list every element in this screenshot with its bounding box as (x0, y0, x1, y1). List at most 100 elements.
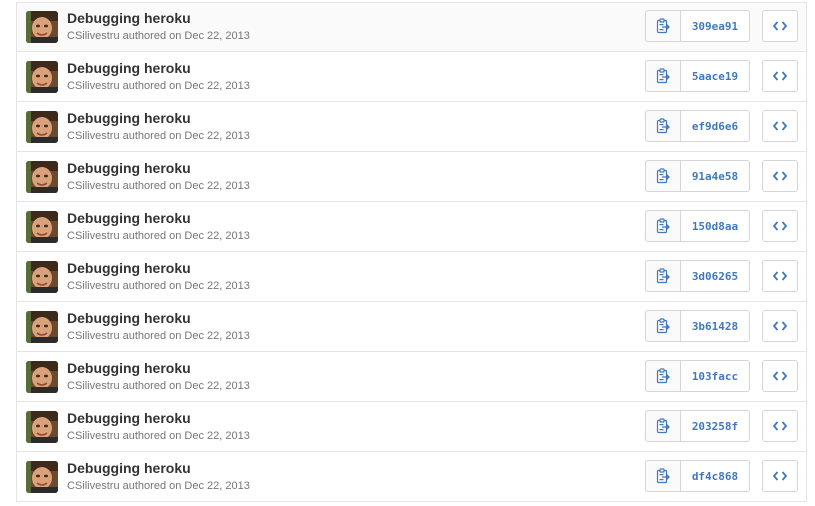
copy-sha-button[interactable] (645, 460, 681, 492)
code-icon (773, 271, 787, 281)
commit-sha-link[interactable]: 91a4e58 (681, 160, 750, 192)
commit-author[interactable]: CSilivestru (67, 130, 120, 142)
avatar[interactable] (26, 161, 58, 193)
commit-sha-link[interactable]: 3b61428 (681, 310, 750, 342)
code-icon (773, 321, 787, 331)
commit-meta: CSilivestru authored on Dec 22, 2013 (67, 180, 250, 192)
commit-row: Debugging heroku CSilivestru authored on… (17, 102, 806, 152)
sha-button-group: 91a4e58 (645, 160, 750, 192)
copy-sha-button[interactable] (645, 310, 681, 342)
clippy-icon (656, 468, 670, 484)
copy-sha-button[interactable] (645, 260, 681, 292)
commit-title[interactable]: Debugging heroku (67, 210, 191, 226)
code-icon (773, 21, 787, 31)
commit-meta: CSilivestru authored on Dec 22, 2013 (67, 280, 250, 292)
browse-code-button[interactable] (762, 460, 798, 492)
clippy-icon (656, 118, 670, 134)
code-icon (773, 171, 787, 181)
browse-code-button[interactable] (762, 310, 798, 342)
avatar[interactable] (26, 261, 58, 293)
avatar[interactable] (26, 411, 58, 443)
clippy-icon (656, 418, 670, 434)
commit-date: authored on Dec 22, 2013 (122, 430, 250, 442)
commit-meta: CSilivestru authored on Dec 22, 2013 (67, 30, 250, 42)
commit-row: Debugging heroku CSilivestru authored on… (17, 152, 806, 202)
commit-sha-link[interactable]: 103facc (681, 360, 750, 392)
browse-code-button[interactable] (762, 110, 798, 142)
avatar[interactable] (26, 211, 58, 243)
commit-row: Debugging heroku CSilivestru authored on… (17, 52, 806, 102)
sha-button-group: 3b61428 (645, 310, 750, 342)
copy-sha-button[interactable] (645, 210, 681, 242)
commit-title[interactable]: Debugging heroku (67, 460, 191, 476)
commit-title[interactable]: Debugging heroku (67, 160, 191, 176)
sha-button-group: 3d06265 (645, 260, 750, 292)
avatar[interactable] (26, 311, 58, 343)
commit-row: Debugging heroku CSilivestru authored on… (17, 402, 806, 452)
clippy-icon (656, 18, 670, 34)
commit-author[interactable]: CSilivestru (67, 430, 120, 442)
commit-sha-link[interactable]: ef9d6e6 (681, 110, 750, 142)
commit-title[interactable]: Debugging heroku (67, 60, 191, 76)
copy-sha-button[interactable] (645, 360, 681, 392)
commit-sha-link[interactable]: df4c868 (681, 460, 750, 492)
code-icon (773, 121, 787, 131)
browse-code-button[interactable] (762, 360, 798, 392)
avatar[interactable] (26, 61, 58, 93)
commit-author[interactable]: CSilivestru (67, 380, 120, 392)
clippy-icon (656, 168, 670, 184)
avatar[interactable] (26, 111, 58, 143)
copy-sha-button[interactable] (645, 160, 681, 192)
clippy-icon (656, 318, 670, 334)
commit-title[interactable]: Debugging heroku (67, 260, 191, 276)
sha-button-group: df4c868 (645, 460, 750, 492)
sha-button-group: ef9d6e6 (645, 110, 750, 142)
browse-code-button[interactable] (762, 410, 798, 442)
browse-code-button[interactable] (762, 210, 798, 242)
browse-code-button[interactable] (762, 10, 798, 42)
commit-row: Debugging heroku CSilivestru authored on… (17, 202, 806, 252)
commit-title[interactable]: Debugging heroku (67, 110, 191, 126)
copy-sha-button[interactable] (645, 110, 681, 142)
copy-sha-button[interactable] (645, 10, 681, 42)
commit-sha-link[interactable]: 203258f (681, 410, 750, 442)
commit-title[interactable]: Debugging heroku (67, 410, 191, 426)
browse-code-button[interactable] (762, 160, 798, 192)
code-icon (773, 421, 787, 431)
sha-button-group: 309ea91 (645, 10, 750, 42)
code-icon (773, 471, 787, 481)
commit-date: authored on Dec 22, 2013 (122, 80, 250, 92)
copy-sha-button[interactable] (645, 60, 681, 92)
commit-title[interactable]: Debugging heroku (67, 360, 191, 376)
commit-row: Debugging heroku CSilivestru authored on… (17, 352, 806, 402)
browse-code-button[interactable] (762, 60, 798, 92)
commit-meta: CSilivestru authored on Dec 22, 2013 (67, 380, 250, 392)
browse-code-button[interactable] (762, 260, 798, 292)
commit-date: authored on Dec 22, 2013 (122, 180, 250, 192)
commit-date: authored on Dec 22, 2013 (122, 380, 250, 392)
commit-title[interactable]: Debugging heroku (67, 310, 191, 326)
commit-author[interactable]: CSilivestru (67, 180, 120, 192)
commit-row: Debugging heroku CSilivestru authored on… (17, 302, 806, 352)
commit-author[interactable]: CSilivestru (67, 480, 120, 492)
commit-author[interactable]: CSilivestru (67, 230, 120, 242)
clippy-icon (656, 268, 670, 284)
commit-author[interactable]: CSilivestru (67, 30, 120, 42)
commit-meta: CSilivestru authored on Dec 22, 2013 (67, 80, 250, 92)
avatar[interactable] (26, 11, 58, 43)
commit-sha-link[interactable]: 309ea91 (681, 10, 750, 42)
commit-sha-link[interactable]: 5aace19 (681, 60, 750, 92)
avatar[interactable] (26, 361, 58, 393)
copy-sha-button[interactable] (645, 410, 681, 442)
commit-sha-link[interactable]: 150d8aa (681, 210, 750, 242)
commit-title[interactable]: Debugging heroku (67, 10, 191, 26)
commit-meta: CSilivestru authored on Dec 22, 2013 (67, 130, 250, 142)
commit-sha-link[interactable]: 3d06265 (681, 260, 750, 292)
commit-date: authored on Dec 22, 2013 (122, 280, 250, 292)
code-icon (773, 71, 787, 81)
commit-author[interactable]: CSilivestru (67, 280, 120, 292)
clippy-icon (656, 68, 670, 84)
avatar[interactable] (26, 461, 58, 493)
commit-author[interactable]: CSilivestru (67, 330, 120, 342)
commit-author[interactable]: CSilivestru (67, 80, 120, 92)
